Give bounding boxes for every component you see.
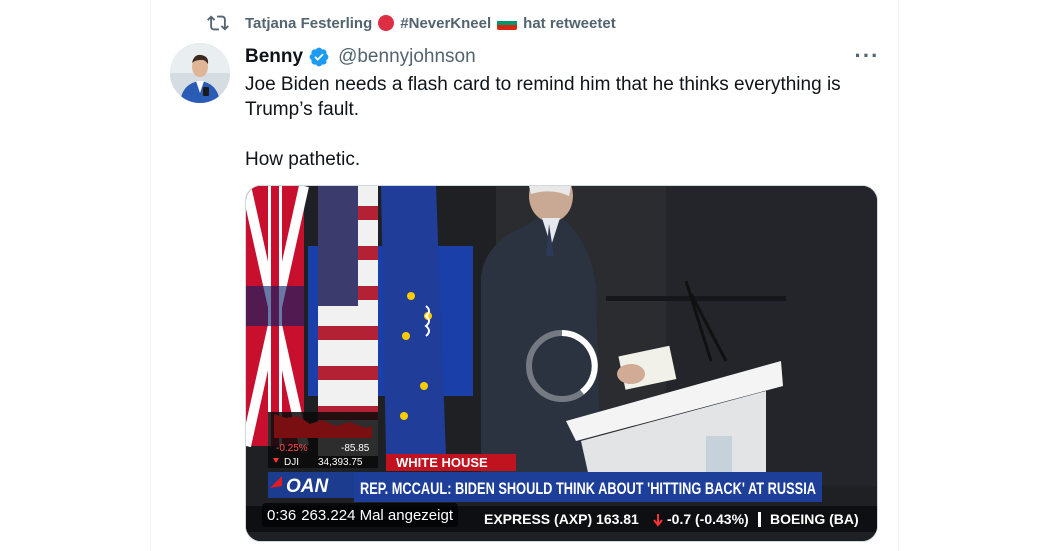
market-pct-text: -0.25%: [276, 443, 308, 454]
market-change-text: -85.85: [341, 443, 370, 454]
network-logo: OAN: [286, 476, 330, 497]
verified-badge-icon: [309, 47, 329, 67]
more-options-button[interactable]: ···: [852, 43, 882, 68]
video-time: 0:36: [267, 506, 297, 524]
author-display-name[interactable]: Benny: [245, 46, 303, 68]
tweet-text: Joe Biden needs a flash card to remind h…: [245, 72, 865, 172]
avatar-image: [170, 43, 230, 103]
retweeter-hashtag[interactable]: #NeverKneel: [400, 15, 491, 32]
video-views: 263.224 Mal angezeigt: [301, 506, 453, 524]
market-value-text: 34,393.75: [318, 457, 363, 468]
retweet-icon: [207, 15, 229, 31]
ticker-text: EXPRESS (AXP) 163.81: [484, 511, 639, 527]
video-frame: -0.25% -85.85 DJI 34,393.75 WHITE HOUSE …: [246, 186, 877, 541]
retweeter-name[interactable]: Tatjana Festerling: [245, 15, 372, 32]
retweet-suffix: hat retweetet: [523, 14, 616, 32]
ticker-change: -0.7 (-0.43%): [667, 511, 749, 527]
tweet-text-line: Joe Biden needs a flash card to remind h…: [245, 74, 841, 95]
headline-text: REP. MCCAUL: BIDEN SHOULD THINK ABOUT 'H…: [360, 479, 816, 498]
video-player[interactable]: -0.25% -85.85 DJI 34,393.75 WHITE HOUSE …: [245, 185, 878, 542]
author-handle[interactable]: @bennyjohnson: [338, 46, 476, 68]
tweet-text-line: Trump’s fault.: [245, 99, 360, 120]
avatar[interactable]: [170, 43, 230, 103]
lower-third-label: WHITE HOUSE: [396, 455, 488, 470]
ticker-next: BOEING (BA): [770, 511, 859, 527]
author-row: Benny @bennyjohnson: [245, 44, 476, 70]
bulgaria-flag-icon: [497, 16, 518, 30]
retweet-header[interactable]: Tatjana Festerling #NeverKneel hat retwe…: [207, 12, 616, 34]
tweet-text-line: How pathetic.: [245, 149, 361, 170]
video-counter: 0:36 263.224 Mal angezeigt: [262, 503, 458, 527]
red-circle-emoji-icon: [378, 15, 395, 31]
market-index-text: DJI: [284, 457, 299, 468]
